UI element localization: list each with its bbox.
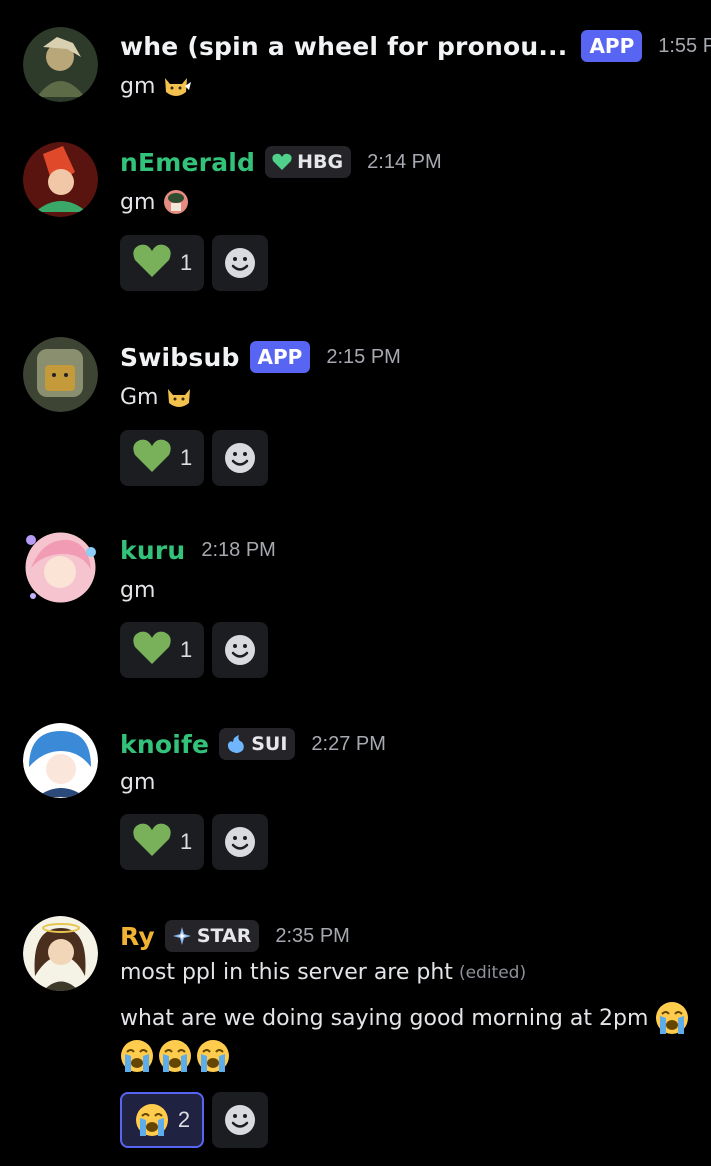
reaction-count: 1	[180, 829, 193, 854]
message-text: what are we doing saying good morning at…	[120, 1005, 649, 1031]
green-heart-icon	[132, 438, 172, 478]
reaction-count: 2	[177, 1107, 191, 1132]
smiley-icon	[225, 443, 256, 473]
add-reaction-button[interactable]	[212, 235, 269, 291]
username[interactable]: Ry	[120, 922, 155, 951]
sparkle-star-icon	[172, 927, 191, 945]
cat-emoji-icon	[161, 72, 192, 100]
guild-tag-label: STAR	[196, 925, 252, 947]
green-heart-icon	[272, 153, 292, 170]
add-reaction-button[interactable]	[212, 430, 269, 486]
reaction-button[interactable]: 1	[120, 430, 205, 486]
smiley-icon	[225, 827, 256, 857]
reaction-count: 1	[180, 637, 193, 662]
avatar[interactable]	[23, 530, 98, 605]
crying-face-icon	[195, 1038, 231, 1074]
message-text: gm	[120, 189, 156, 215]
green-heart-icon	[132, 630, 172, 670]
avatar[interactable]	[23, 337, 98, 412]
message-text: gm	[120, 770, 156, 795]
app-tag: APP	[249, 341, 311, 373]
reaction-count: 1	[180, 445, 193, 470]
guild-tag-label: SUI	[251, 733, 288, 755]
message-text: most ppl in this server are pht	[120, 960, 453, 985]
add-reaction-button[interactable]	[212, 814, 269, 870]
smiley-icon	[225, 1105, 255, 1135]
avatar[interactable]	[23, 916, 98, 991]
reaction-button[interactable]: 1	[120, 622, 205, 678]
guild-tag[interactable]: SUI	[219, 728, 296, 760]
timestamp: 2:14 PM	[367, 150, 442, 173]
timestamp: 2:15 PM	[326, 345, 401, 368]
green-heart-icon	[132, 243, 172, 283]
reaction-button[interactable]: 1	[120, 235, 205, 291]
guild-tag-label: HBG	[297, 151, 344, 173]
message-text: Gm	[120, 384, 159, 410]
username[interactable]: knoife	[120, 730, 209, 759]
username[interactable]: nEmerald	[120, 148, 255, 177]
avatar[interactable]	[23, 723, 98, 798]
reaction-button[interactable]: 2	[120, 1092, 204, 1148]
avatar[interactable]	[23, 142, 98, 217]
smiley-icon	[225, 248, 256, 278]
guild-tag[interactable]: STAR	[164, 920, 260, 952]
app-tag: APP	[581, 30, 643, 62]
timestamp: 2:35 PM	[275, 924, 350, 947]
guild-tag[interactable]: HBG	[265, 146, 352, 178]
timestamp: 1:55 PM	[658, 34, 711, 57]
timestamp: 2:18 PM	[201, 539, 276, 561]
green-heart-icon	[132, 822, 172, 862]
reaction-count: 1	[180, 250, 193, 275]
reaction-button[interactable]: 1	[120, 814, 205, 870]
frog-emoji-icon	[161, 188, 191, 216]
username[interactable]: whe (spin a wheel for pronou...	[120, 32, 567, 61]
crying-face-icon	[157, 1038, 193, 1074]
timestamp: 2:27 PM	[311, 732, 386, 755]
username[interactable]: kuru	[120, 536, 185, 565]
blue-flame-icon	[228, 735, 245, 753]
message-text: gm	[120, 73, 156, 99]
username[interactable]: Swibsub	[120, 343, 240, 372]
crying-face-icon	[119, 1038, 155, 1074]
cat-emoji-icon	[164, 383, 194, 411]
edited-label: (edited)	[458, 962, 527, 983]
crying-face-icon	[654, 1000, 690, 1036]
message-text: gm	[120, 578, 156, 603]
crying-face-icon	[134, 1102, 170, 1138]
add-reaction-button[interactable]	[212, 1092, 268, 1148]
avatar[interactable]	[23, 27, 98, 102]
smiley-icon	[225, 635, 256, 665]
add-reaction-button[interactable]	[212, 622, 269, 678]
